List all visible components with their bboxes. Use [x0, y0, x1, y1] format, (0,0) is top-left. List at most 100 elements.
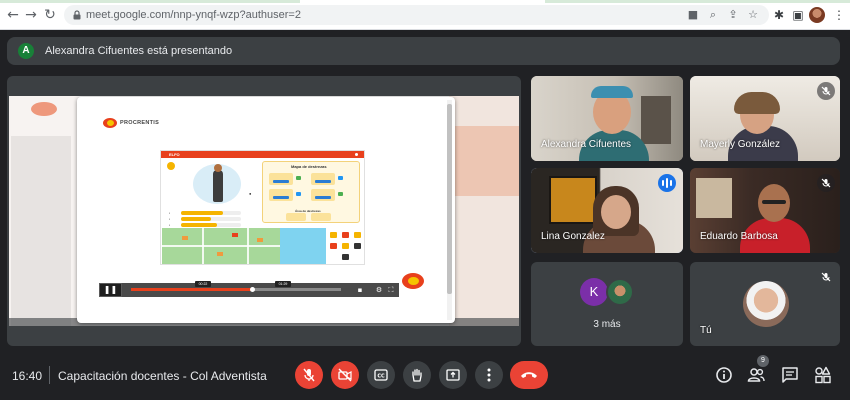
- skill-card: [311, 213, 331, 221]
- map-road: [247, 228, 249, 264]
- more-vert-icon: [487, 368, 491, 382]
- character-figure: [213, 164, 223, 202]
- map-water: [280, 228, 326, 264]
- stat-name: ▪: [169, 211, 171, 215]
- background-band: [455, 126, 519, 196]
- stat-bar: [181, 211, 241, 215]
- extensions-icon[interactable]: ✱: [772, 8, 786, 22]
- shared-screen: PROCRENTIS ELFO ● ▪ ▪ ▪ Mapa de destreza…: [9, 96, 519, 326]
- closed-captions-icon: CC: [374, 369, 388, 381]
- leave-call-button[interactable]: [510, 361, 548, 389]
- brand-name: PROCRENTIS: [120, 120, 160, 126]
- participant-tile[interactable]: Alexandra Cifuentes: [531, 76, 683, 161]
- captions-button[interactable]: CC: [367, 361, 395, 389]
- map-road: [202, 228, 204, 264]
- seek-handle[interactable]: [250, 287, 256, 292]
- map-building: [232, 233, 238, 237]
- volume-icon[interactable]: ▪: [356, 286, 364, 294]
- background-shelf: [641, 96, 671, 144]
- pause-icon[interactable]: ❚❚: [99, 283, 122, 297]
- raise-hand-icon: [412, 368, 422, 382]
- background-frame: [696, 178, 732, 218]
- presenting-text: Alexandra Cifuentes está presentando: [45, 45, 233, 57]
- participant-name: Eduardo Barbosa: [700, 231, 778, 242]
- camera-in-use-icon[interactable]: ■: [687, 9, 699, 21]
- bookmark-star-icon[interactable]: ☆: [747, 9, 759, 21]
- participant-tile-active-speaker[interactable]: Lina Gonzalez: [531, 168, 683, 253]
- speaking-indicator-icon: [658, 174, 676, 192]
- participant-tile[interactable]: Eduardo Barbosa: [690, 168, 840, 253]
- mic-off-icon: [817, 268, 835, 286]
- stat-name: ▪: [169, 217, 171, 221]
- meeting-title: Capacitación docentes - Col Adventista: [58, 369, 267, 383]
- map-building: [257, 238, 263, 242]
- brand-mark: [103, 118, 117, 128]
- slide-scrollbar[interactable]: [447, 100, 452, 320]
- present-button[interactable]: [439, 361, 467, 389]
- gear-icon[interactable]: ⚙: [375, 286, 383, 294]
- raise-hand-button[interactable]: [403, 361, 431, 389]
- presentation-tile[interactable]: PROCRENTIS ELFO ● ▪ ▪ ▪ Mapa de destreza…: [7, 76, 521, 346]
- map-road: [162, 245, 280, 247]
- arrow-forward-icon[interactable]: →: [24, 8, 38, 22]
- address-bar[interactable]: meet.google.com/nnp-ynqf-wzp?authuser=2 …: [64, 5, 769, 25]
- activities-icon[interactable]: [814, 366, 832, 384]
- more-options-button[interactable]: [475, 361, 503, 389]
- skill-card: [311, 173, 335, 185]
- chat-icon[interactable]: [781, 366, 799, 384]
- self-name: Tú: [700, 325, 712, 336]
- skill-card: [269, 189, 293, 201]
- profile-avatar[interactable]: [809, 7, 825, 23]
- arrow-back-icon[interactable]: ←: [6, 8, 20, 22]
- participant-name: Alexandra Cifuentes: [541, 139, 632, 150]
- svg-text:CC: CC: [377, 374, 385, 380]
- participant-avatar-photo: [606, 278, 634, 306]
- stat-bar: [181, 217, 241, 221]
- headband: [591, 86, 633, 98]
- self-avatar: [743, 281, 789, 327]
- video-controls[interactable]: ❚❚ 00:22 01:29 ▪ ⚙ ⛶: [99, 281, 399, 297]
- camera-toggle-button[interactable]: [331, 361, 359, 389]
- side-panel-icon[interactable]: ▣: [791, 8, 805, 22]
- fullscreen-icon[interactable]: ⛶: [387, 286, 395, 294]
- scroll-thumb[interactable]: [447, 104, 452, 294]
- video-progress: [131, 288, 253, 291]
- tab-strip: [0, 0, 850, 3]
- participant-name: Lina Gonzalez: [541, 231, 605, 242]
- zoom-icon[interactable]: ⌕: [707, 9, 719, 21]
- glasses: [762, 200, 786, 204]
- time-label: 01:29: [275, 281, 291, 287]
- mic-toggle-button[interactable]: [295, 361, 323, 389]
- browser-menu-icon[interactable]: ⋮: [832, 8, 846, 22]
- game-icon-grid: [327, 230, 364, 264]
- map-building: [182, 236, 188, 240]
- lock-icon[interactable]: [71, 9, 83, 21]
- url-text[interactable]: meet.google.com/nnp-ynqf-wzp?authuser=2: [86, 9, 301, 21]
- video-seek-bar[interactable]: 00:22 01:29: [131, 281, 341, 292]
- participants-count-badge: 9: [757, 355, 769, 367]
- background-painting: [549, 176, 597, 224]
- people-icon[interactable]: [747, 366, 765, 384]
- game-header: ELFO: [161, 151, 364, 158]
- present-screen-icon: [446, 369, 460, 381]
- map-building: [217, 252, 223, 256]
- medal-icon: ●: [249, 191, 252, 196]
- mic-off-icon: [817, 82, 835, 100]
- self-tile[interactable]: Tú: [690, 262, 840, 346]
- gem-icon: [296, 176, 301, 180]
- game-title: ELFO: [169, 152, 180, 157]
- mic-off-icon: [303, 368, 315, 382]
- presentation-slide: PROCRENTIS ELFO ● ▪ ▪ ▪ Mapa de destreza…: [77, 97, 455, 323]
- more-count-label: 3 más: [593, 319, 621, 330]
- share-icon[interactable]: ⇪: [727, 9, 739, 21]
- participant-tile[interactable]: Mayerly González: [690, 76, 840, 161]
- meeting-clock: 16:40: [12, 369, 43, 383]
- game-screenshot: ELFO ● ▪ ▪ ▪ Mapa de destrezas Área de d…: [160, 150, 365, 265]
- gem-icon: [338, 176, 343, 180]
- call-end-icon: [521, 372, 537, 378]
- active-tab[interactable]: [300, 0, 545, 3]
- more-participants-tile[interactable]: K 3 más: [531, 262, 683, 346]
- reload-icon[interactable]: ↻: [43, 8, 57, 22]
- mic-off-icon: [817, 174, 835, 192]
- info-icon[interactable]: [715, 366, 733, 384]
